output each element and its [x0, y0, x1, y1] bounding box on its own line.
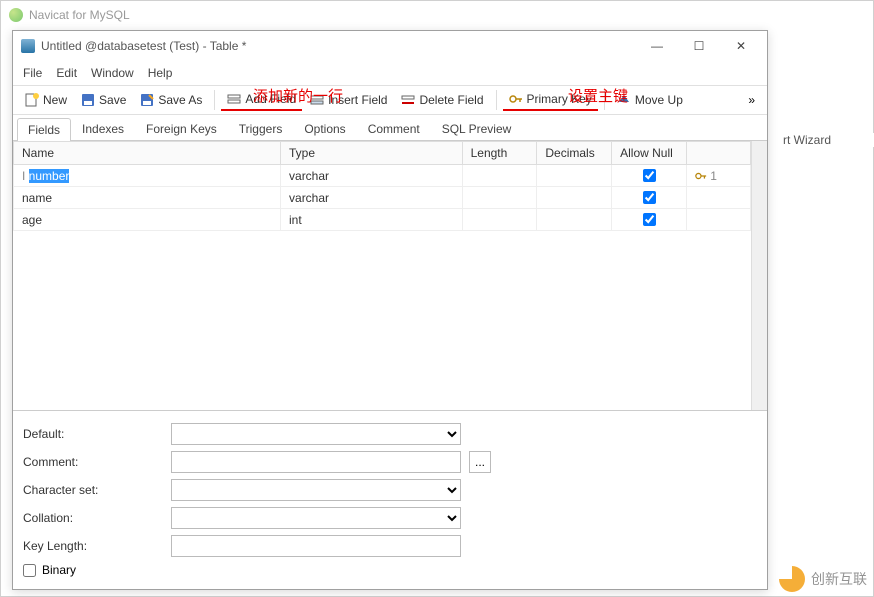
toolbar: New Save Save As Add Field Insert Field: [13, 85, 767, 115]
maximize-button[interactable]: ☐: [681, 32, 717, 60]
tab-fields[interactable]: Fields: [17, 118, 71, 141]
add-field-button[interactable]: Add Field: [221, 89, 302, 111]
col-key[interactable]: [686, 142, 750, 165]
menu-edit[interactable]: Edit: [56, 66, 77, 80]
cell-decimals[interactable]: [537, 187, 612, 209]
key-icon: [509, 92, 523, 106]
key-length-label: Key Length:: [23, 539, 163, 553]
save-button[interactable]: Save: [75, 90, 132, 110]
cell-decimals[interactable]: [537, 209, 612, 231]
field-properties: Default: Comment: ... Character set: Col…: [13, 411, 767, 581]
save-icon: [81, 93, 95, 107]
watermark-badge-icon: [779, 566, 805, 592]
table-row[interactable]: namevarchar: [14, 187, 751, 209]
allow-null-checkbox[interactable]: [643, 169, 656, 182]
tab-comment[interactable]: Comment: [357, 117, 431, 140]
key-length-input[interactable]: [171, 535, 461, 557]
field-grid-wrap: Name Type Length Decimals Allow Null I n…: [13, 141, 767, 411]
cell-name[interactable]: I number: [14, 165, 281, 187]
cell-type[interactable]: varchar: [281, 165, 463, 187]
tab-sql-preview[interactable]: SQL Preview: [431, 117, 523, 140]
delete-field-button[interactable]: Delete Field: [395, 90, 489, 110]
outer-titlebar: Navicat for MySQL: [1, 1, 873, 29]
save-as-icon: [140, 93, 154, 107]
insert-field-icon: [310, 93, 324, 107]
cell-key[interactable]: [686, 209, 750, 231]
comment-label: Comment:: [23, 455, 163, 469]
allow-null-checkbox[interactable]: [643, 191, 656, 204]
minimize-button[interactable]: —: [639, 32, 675, 60]
delete-field-icon: [401, 93, 415, 107]
cell-allow-null[interactable]: [612, 187, 687, 209]
cell-name[interactable]: age: [14, 209, 281, 231]
cell-length[interactable]: [462, 165, 537, 187]
tab-foreign-keys[interactable]: Foreign Keys: [135, 117, 228, 140]
new-icon: [25, 93, 39, 107]
col-allow-null[interactable]: Allow Null: [612, 142, 687, 165]
arrow-up-icon: [617, 93, 631, 107]
close-button[interactable]: ✕: [723, 32, 759, 60]
cell-type[interactable]: varchar: [281, 187, 463, 209]
default-select[interactable]: [171, 423, 461, 445]
cell-allow-null[interactable]: [612, 209, 687, 231]
inner-titlebar[interactable]: Untitled @databasetest (Test) - Table * …: [13, 31, 767, 61]
collation-select[interactable]: [171, 507, 461, 529]
new-button[interactable]: New: [19, 90, 73, 110]
navicat-logo-icon: [9, 8, 23, 22]
col-name[interactable]: Name: [14, 142, 281, 165]
cell-decimals[interactable]: [537, 165, 612, 187]
insert-field-button[interactable]: Insert Field: [304, 90, 393, 110]
charset-label: Character set:: [23, 483, 163, 497]
tab-bar: Fields Indexes Foreign Keys Triggers Opt…: [13, 115, 767, 141]
watermark: 创新互联: [779, 566, 867, 592]
menu-file[interactable]: File: [23, 66, 42, 80]
watermark-text: 创新互联: [811, 569, 867, 589]
cell-allow-null[interactable]: [612, 165, 687, 187]
cell-name[interactable]: name: [14, 187, 281, 209]
field-grid[interactable]: Name Type Length Decimals Allow Null I n…: [13, 141, 751, 410]
primary-key-button[interactable]: Primary Key: [503, 89, 598, 111]
cell-length[interactable]: [462, 209, 537, 231]
collation-label: Collation:: [23, 511, 163, 525]
col-length[interactable]: Length: [462, 142, 537, 165]
default-label: Default:: [23, 427, 163, 441]
table-row[interactable]: I numbervarchar 1: [14, 165, 751, 187]
comment-more-button[interactable]: ...: [469, 451, 491, 473]
add-field-icon: [227, 92, 241, 106]
tab-indexes[interactable]: Indexes: [71, 117, 135, 140]
outer-title-text: Navicat for MySQL: [29, 8, 130, 22]
menu-help[interactable]: Help: [148, 66, 173, 80]
cell-key[interactable]: 1: [686, 165, 750, 187]
cell-type[interactable]: int: [281, 209, 463, 231]
inner-window: Untitled @databasetest (Test) - Table * …: [12, 30, 768, 590]
comment-input[interactable]: [171, 451, 461, 473]
save-as-button[interactable]: Save As: [134, 90, 208, 110]
menu-bar: File Edit Window Help: [13, 61, 767, 85]
col-decimals[interactable]: Decimals: [537, 142, 612, 165]
menu-window[interactable]: Window: [91, 66, 134, 80]
cell-length[interactable]: [462, 187, 537, 209]
tab-triggers[interactable]: Triggers: [228, 117, 294, 140]
binary-label: Binary: [42, 563, 76, 577]
charset-select[interactable]: [171, 479, 461, 501]
binary-checkbox[interactable]: [23, 564, 36, 577]
toolbar-overflow[interactable]: »: [742, 93, 761, 107]
inner-title-text: Untitled @databasetest (Test) - Table *: [41, 39, 246, 53]
cell-key[interactable]: [686, 187, 750, 209]
outer-window: Navicat for MySQL Untitled @databasetest…: [0, 0, 874, 597]
tab-options[interactable]: Options: [293, 117, 356, 140]
allow-null-checkbox[interactable]: [643, 213, 656, 226]
right-wizard-text: rt Wizard: [779, 133, 874, 147]
table-row[interactable]: ageint: [14, 209, 751, 231]
move-up-button[interactable]: Move Up: [611, 90, 689, 110]
vertical-scrollbar[interactable]: [751, 141, 767, 410]
col-type[interactable]: Type: [281, 142, 463, 165]
table-icon: [21, 39, 35, 53]
